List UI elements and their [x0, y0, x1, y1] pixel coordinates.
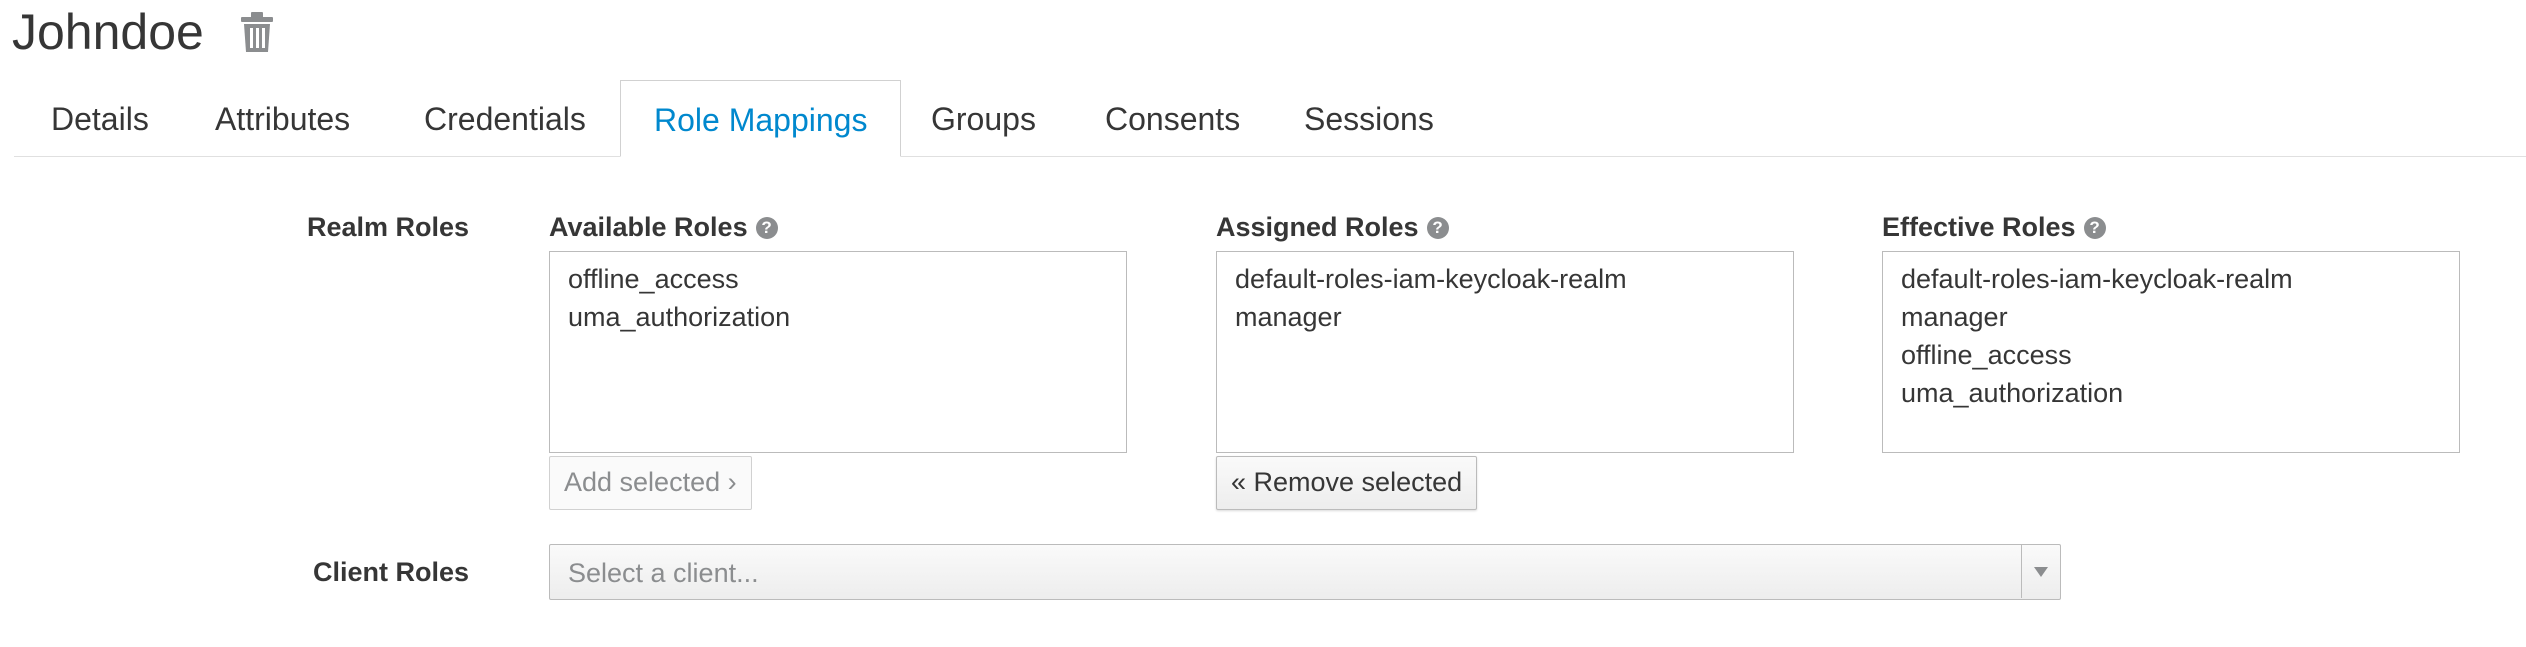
- client-roles-label: Client Roles: [313, 557, 470, 587]
- tab-role-mappings[interactable]: Role Mappings: [620, 80, 902, 157]
- list-item[interactable]: offline_access: [568, 260, 1126, 298]
- help-icon[interactable]: ?: [2083, 216, 2106, 239]
- list-item[interactable]: manager: [1235, 298, 1793, 336]
- available-roles-list[interactable]: offline_access uma_authorization: [549, 251, 1127, 453]
- help-icon[interactable]: ?: [755, 216, 778, 239]
- effective-roles-heading: Effective Roles ?: [1882, 212, 2106, 243]
- add-selected-button[interactable]: Add selected ›: [549, 456, 752, 510]
- list-item: default-roles-iam-keycloak-realm: [1901, 264, 2293, 294]
- list-item: uma_authorization: [1901, 378, 2124, 408]
- tab-credentials[interactable]: Credentials: [424, 80, 586, 156]
- list-item: manager: [1901, 302, 2008, 332]
- tab-bar: Details Attributes Credentials Role Mapp…: [14, 80, 2526, 157]
- client-select-placeholder: Select a client...: [568, 558, 759, 588]
- realm-roles-label: Realm Roles: [307, 212, 470, 242]
- page-header: Johndoe: [12, 0, 274, 64]
- tab-sessions[interactable]: Sessions: [1304, 80, 1434, 156]
- tab-attributes[interactable]: Attributes: [215, 80, 350, 156]
- list-item[interactable]: default-roles-iam-keycloak-realm: [1235, 260, 1793, 298]
- available-roles-heading: Available Roles ?: [549, 212, 778, 243]
- tab-details[interactable]: Details: [51, 80, 149, 156]
- help-icon[interactable]: ?: [1426, 216, 1449, 239]
- trash-icon[interactable]: [240, 12, 274, 52]
- tab-groups[interactable]: Groups: [931, 80, 1036, 156]
- client-select[interactable]: Select a client...: [549, 544, 2061, 600]
- page-title: Johndoe: [12, 4, 204, 60]
- list-item: offline_access: [1901, 340, 2072, 370]
- effective-roles-list: default-roles-iam-keycloak-realm manager…: [1882, 251, 2460, 453]
- available-roles-title: Available Roles: [549, 212, 748, 242]
- assigned-roles-title: Assigned Roles: [1216, 212, 1419, 242]
- remove-selected-button[interactable]: « Remove selected: [1216, 456, 1478, 510]
- assigned-roles-heading: Assigned Roles ?: [1216, 212, 1449, 243]
- assigned-roles-list[interactable]: default-roles-iam-keycloak-realm manager: [1216, 251, 1794, 453]
- effective-roles-title: Effective Roles: [1882, 212, 2076, 242]
- list-item[interactable]: uma_authorization: [568, 298, 1126, 336]
- tab-consents[interactable]: Consents: [1105, 80, 1240, 156]
- caret-down-icon[interactable]: [2021, 545, 2060, 598]
